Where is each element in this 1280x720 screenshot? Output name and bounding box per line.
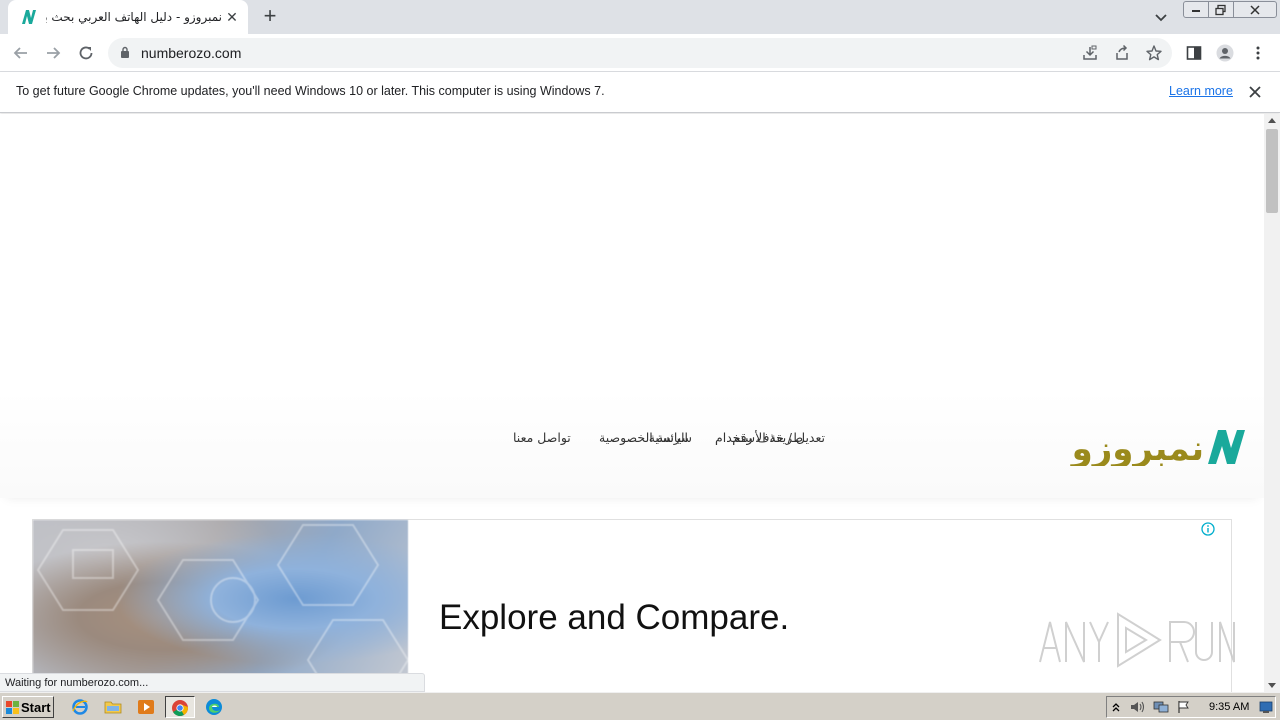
site-favicon-icon <box>22 10 36 24</box>
scroll-down-icon[interactable] <box>1268 683 1276 688</box>
tab-close-icon[interactable]: ✕ <box>224 9 240 25</box>
browser-toolbar: numberozo.com <box>0 34 1280 72</box>
close-icon[interactable] <box>1247 84 1263 100</box>
taskbar-edge-button[interactable] <box>202 696 226 718</box>
site-header: نمبروزو الرئسية تعديل / حذف رقم طريقة ال… <box>0 390 1264 498</box>
lock-icon[interactable] <box>120 46 130 59</box>
page-scrollbar[interactable] <box>1264 114 1280 692</box>
reload-button[interactable] <box>73 40 99 66</box>
volume-icon[interactable] <box>1129 700 1145 714</box>
windows-logo-icon <box>6 701 19 714</box>
show-desktop-icon[interactable] <box>1259 700 1273 714</box>
chrome-icon <box>172 700 188 716</box>
browser-tab[interactable]: نمبروزو - دليل الهاتف العربي بحث بالاسم … <box>8 0 248 34</box>
menu-button[interactable] <box>1245 40 1271 66</box>
nav-item-how-to-use[interactable]: طريقة الأستخدام <box>715 430 803 445</box>
close-icon <box>1250 4 1260 15</box>
scroll-up-icon[interactable] <box>1268 118 1276 123</box>
tab-strip: نمبروزو - دليل الهاتف العربي بحث بالاسم … <box>0 0 1280 34</box>
install-icon[interactable] <box>1081 44 1099 62</box>
ad-info-icon[interactable] <box>1201 522 1215 536</box>
edge-icon <box>206 699 222 715</box>
window-restore-button[interactable] <box>1208 1 1234 18</box>
site-logo[interactable]: نمبروزو <box>1040 426 1246 466</box>
tab-title: نمبروزو - دليل الهاتف العربي بحث بالاسم <box>46 10 222 24</box>
internet-explorer-icon <box>72 699 88 715</box>
window-close-button[interactable] <box>1233 1 1277 18</box>
main-nav: الرئسية تعديل / حذف رقم طريقة الأستخدام … <box>510 430 980 450</box>
minimize-icon <box>1192 9 1200 12</box>
forward-button[interactable] <box>40 40 66 66</box>
ad-image[interactable] <box>33 520 408 692</box>
show-hidden-icons-icon[interactable] <box>1111 700 1121 714</box>
infobar-message: To get future Google Chrome updates, you… <box>16 84 605 98</box>
windows-taskbar: Start 9:35 AM <box>0 692 1280 720</box>
logo-text: نمبروزو <box>1070 429 1204 466</box>
media-player-icon <box>138 700 154 714</box>
profile-button[interactable] <box>1212 40 1238 66</box>
start-label: Start <box>21 700 51 715</box>
nav-item-contact[interactable]: تواصل معنا <box>513 430 571 445</box>
window-minimize-button[interactable] <box>1183 1 1209 18</box>
taskbar-media-player-button[interactable] <box>134 696 158 718</box>
more-vert-icon <box>1256 46 1260 60</box>
status-bubble: Waiting for numberozo.com... <box>0 673 425 692</box>
taskbar-chrome-button[interactable] <box>165 696 195 718</box>
update-infobar: To get future Google Chrome updates, you… <box>0 72 1280 113</box>
nav-item-privacy-policy[interactable]: سياسة الخصوصية <box>599 430 692 445</box>
anyrun-watermark <box>1039 612 1235 668</box>
back-button[interactable] <box>8 40 34 66</box>
system-tray: 9:35 AM <box>1106 696 1276 718</box>
url-text[interactable]: numberozo.com <box>141 45 241 61</box>
learn-more-link[interactable]: Learn more <box>1169 84 1233 98</box>
ad-headline[interactable]: Explore and Compare. <box>439 598 789 638</box>
taskbar-explorer-button[interactable] <box>101 696 125 718</box>
action-center-flag-icon[interactable] <box>1177 700 1191 714</box>
taskbar-ie-button[interactable] <box>68 696 92 718</box>
star-icon[interactable] <box>1145 44 1163 62</box>
arrow-left-icon <box>13 47 27 59</box>
restore-icon <box>1215 4 1226 15</box>
clock[interactable]: 9:35 AM <box>1209 701 1249 713</box>
avatar-icon <box>1216 44 1234 62</box>
side-panel-icon <box>1186 46 1202 60</box>
status-text: Waiting for numberozo.com... <box>5 677 149 689</box>
reload-icon <box>79 46 93 60</box>
tab-search-icon[interactable] <box>1152 8 1170 26</box>
new-tab-button[interactable]: + <box>258 5 282 29</box>
network-icon[interactable] <box>1153 700 1169 714</box>
side-panel-button[interactable] <box>1181 40 1207 66</box>
address-bar[interactable]: numberozo.com <box>108 38 1172 68</box>
scrollbar-thumb[interactable] <box>1266 129 1278 213</box>
arrow-right-icon <box>47 47 61 59</box>
start-button[interactable]: Start <box>2 696 54 718</box>
folder-icon <box>104 701 122 714</box>
share-icon[interactable] <box>1113 44 1131 62</box>
